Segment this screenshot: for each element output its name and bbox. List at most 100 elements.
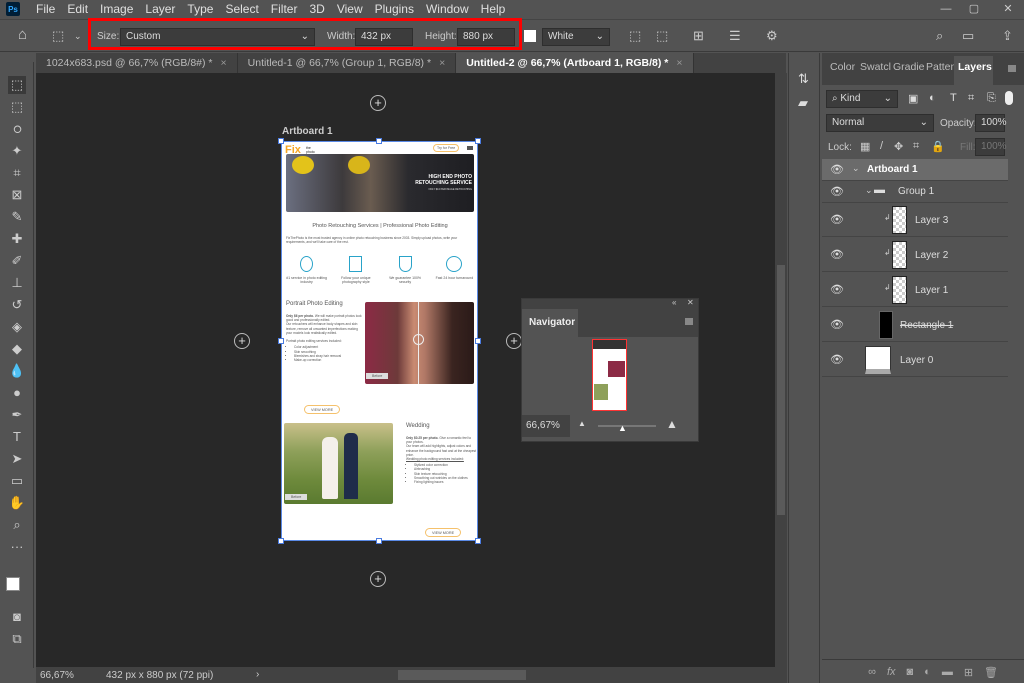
portrait-view-more-button[interactable]: VIEW MORE xyxy=(304,405,341,414)
filter-toggle[interactable] xyxy=(1005,91,1013,105)
menu-image[interactable]: Image xyxy=(94,2,139,16)
paint-bucket-icon[interactable]: ◆ xyxy=(8,340,26,358)
eyedropper-icon[interactable]: ✎ xyxy=(8,208,26,226)
artboard-tool-icon[interactable]: ⬚ xyxy=(8,76,26,94)
add-artboard-top-icon[interactable]: + xyxy=(370,95,386,111)
delete-layer-icon[interactable]: 🗑 xyxy=(984,666,998,683)
eye-icon[interactable]: 👁 xyxy=(830,213,844,226)
scroll-thumb[interactable] xyxy=(777,265,785,515)
add-artboard-left-icon[interactable]: + xyxy=(234,333,250,349)
path-select-icon[interactable]: ➤ xyxy=(8,450,26,468)
layer-artboard-1[interactable]: 👁 ⌄ Artboard 1 xyxy=(822,159,1008,181)
layer-3[interactable]: 👁 ↲ Layer 3 xyxy=(822,203,1008,237)
maximize-button[interactable]: ▢ xyxy=(960,0,988,18)
fill-input[interactable]: 100% xyxy=(975,138,1007,156)
resize-handle[interactable] xyxy=(376,138,382,144)
eraser-icon[interactable]: ◈ xyxy=(8,318,26,336)
tab-navigator[interactable]: Navigator xyxy=(522,309,578,337)
screen-mode-icon[interactable]: ⧉ xyxy=(8,630,26,648)
menu-view[interactable]: View xyxy=(331,2,369,16)
more-tools-icon[interactable]: ··· xyxy=(8,538,26,556)
filter-pixel-icon[interactable]: ▣ xyxy=(908,92,918,105)
panel-menu-icon[interactable] xyxy=(685,318,693,325)
new-group-icon[interactable]: ▬ xyxy=(942,666,953,683)
zoom-slider[interactable] xyxy=(598,425,656,427)
menu-type[interactable]: Type xyxy=(181,2,219,16)
tab-patterns[interactable]: Patten xyxy=(926,61,956,79)
menu-select[interactable]: Select xyxy=(219,2,264,16)
crop-tool-icon[interactable]: ⌗ xyxy=(8,164,26,182)
layer-group-1[interactable]: 👁 ⌄ ▬ Group 1 xyxy=(822,181,1008,203)
marquee-tool-icon[interactable]: ⬚ xyxy=(8,98,26,116)
foreground-color-swatch[interactable] xyxy=(6,577,20,591)
lasso-tool-icon[interactable]: ഠ xyxy=(8,120,26,138)
history-brush-icon[interactable]: ↺ xyxy=(8,296,26,314)
adjustment-layer-icon[interactable]: ◐ xyxy=(924,666,931,683)
status-zoom[interactable]: 66,67% xyxy=(40,670,74,681)
tab-layers[interactable]: Layers xyxy=(954,56,993,85)
opacity-input[interactable]: 100% xyxy=(975,114,1007,132)
filter-kind-select[interactable]: ⌕ Kind ⌄ xyxy=(826,90,898,108)
pen-tool-icon[interactable]: ✒ xyxy=(8,406,26,424)
zoom-in-icon[interactable]: ▲ xyxy=(666,417,678,431)
menu-window[interactable]: Window xyxy=(420,2,475,16)
new-layer-icon[interactable]: ⊞ xyxy=(964,666,973,683)
chevron-down-icon[interactable]: ⌄ xyxy=(74,31,82,42)
gear-icon[interactable]: ⚙ xyxy=(766,28,778,44)
minimize-button[interactable]: — xyxy=(932,0,960,18)
filter-adjustment-icon[interactable]: ◐ xyxy=(929,92,936,104)
add-artboard-bottom-icon[interactable]: + xyxy=(370,571,386,587)
resize-handle[interactable] xyxy=(475,138,481,144)
wedding-view-more-button[interactable]: VIEW MORE xyxy=(425,528,462,537)
close-icon[interactable]: ✕ xyxy=(687,298,694,307)
blend-mode-select[interactable]: Normal ⌄ xyxy=(826,114,934,132)
close-icon[interactable]: × xyxy=(439,57,445,69)
try-for-free-button[interactable]: Try for Free xyxy=(433,144,460,152)
menu-file[interactable]: File xyxy=(30,2,61,16)
vertical-scrollbar[interactable] xyxy=(775,73,787,667)
zoom-slider-thumb[interactable]: ▲ xyxy=(618,423,627,433)
lock-artboard-icon[interactable]: ⌗ xyxy=(913,140,919,153)
status-arrow-icon[interactable]: › xyxy=(256,669,259,680)
eye-icon[interactable]: 👁 xyxy=(830,318,844,331)
horizontal-scroll-thumb[interactable] xyxy=(398,670,526,680)
lock-transparent-icon[interactable]: ▦ xyxy=(860,140,870,153)
tab-untitled-2[interactable]: Untitled-2 @ 66,7% (Artboard 1, RGB/8) *… xyxy=(456,53,694,73)
rectangle-tool-icon[interactable]: ▭ xyxy=(8,472,26,490)
lock-paint-icon[interactable]: / xyxy=(880,140,883,152)
hamburger-icon[interactable] xyxy=(467,146,473,150)
add-artboard-icon[interactable]: ⊞ xyxy=(693,28,704,44)
panel-menu-icon[interactable] xyxy=(1008,65,1016,72)
status-doc-info[interactable]: 432 px x 880 px (72 ppi) xyxy=(106,670,213,681)
menu-plugins[interactable]: Plugins xyxy=(369,2,420,16)
menu-help[interactable]: Help xyxy=(475,2,512,16)
zoom-tool-icon[interactable]: ⌕ xyxy=(8,516,26,534)
chevron-down-icon[interactable]: ⌄ xyxy=(852,163,860,174)
search-icon[interactable]: ⌕ xyxy=(936,28,943,44)
add-mask-icon[interactable]: ◙ xyxy=(907,666,914,683)
tab-gradients[interactable]: Gradie xyxy=(893,61,925,79)
tab-swatches[interactable]: Swatcl xyxy=(860,61,891,79)
eye-icon[interactable]: 👁 xyxy=(830,283,844,296)
quick-mask-icon[interactable]: ◙ xyxy=(8,608,26,626)
menu-layer[interactable]: Layer xyxy=(139,2,181,16)
close-icon[interactable]: × xyxy=(221,57,227,69)
resize-handle[interactable] xyxy=(475,338,481,344)
compare-handle-icon[interactable] xyxy=(413,334,424,345)
resize-handle[interactable] xyxy=(278,138,284,144)
close-window-button[interactable]: ✕ xyxy=(994,0,1022,18)
resize-handle[interactable] xyxy=(475,538,481,544)
home-icon[interactable]: ⌂ xyxy=(18,26,27,43)
menu-filter[interactable]: Filter xyxy=(265,2,304,16)
align-icon[interactable]: ☰ xyxy=(729,28,741,44)
navigator-zoom-value[interactable]: 66,67% xyxy=(522,415,570,437)
eye-icon[interactable]: 👁 xyxy=(830,248,844,261)
share-icon[interactable]: ⇪ xyxy=(1002,28,1013,44)
eye-icon[interactable]: 👁 xyxy=(830,185,844,198)
tab-untitled-1[interactable]: Untitled-1 @ 66,7% (Group 1, RGB/8) * × xyxy=(237,53,457,73)
tab-color[interactable]: Color xyxy=(830,61,855,79)
background-color-swatch[interactable] xyxy=(524,30,536,42)
artboard-tool-icon[interactable]: ⬚ xyxy=(52,28,64,44)
menu-3d[interactable]: 3D xyxy=(303,2,330,16)
healing-brush-icon[interactable]: ✚ xyxy=(8,230,26,248)
